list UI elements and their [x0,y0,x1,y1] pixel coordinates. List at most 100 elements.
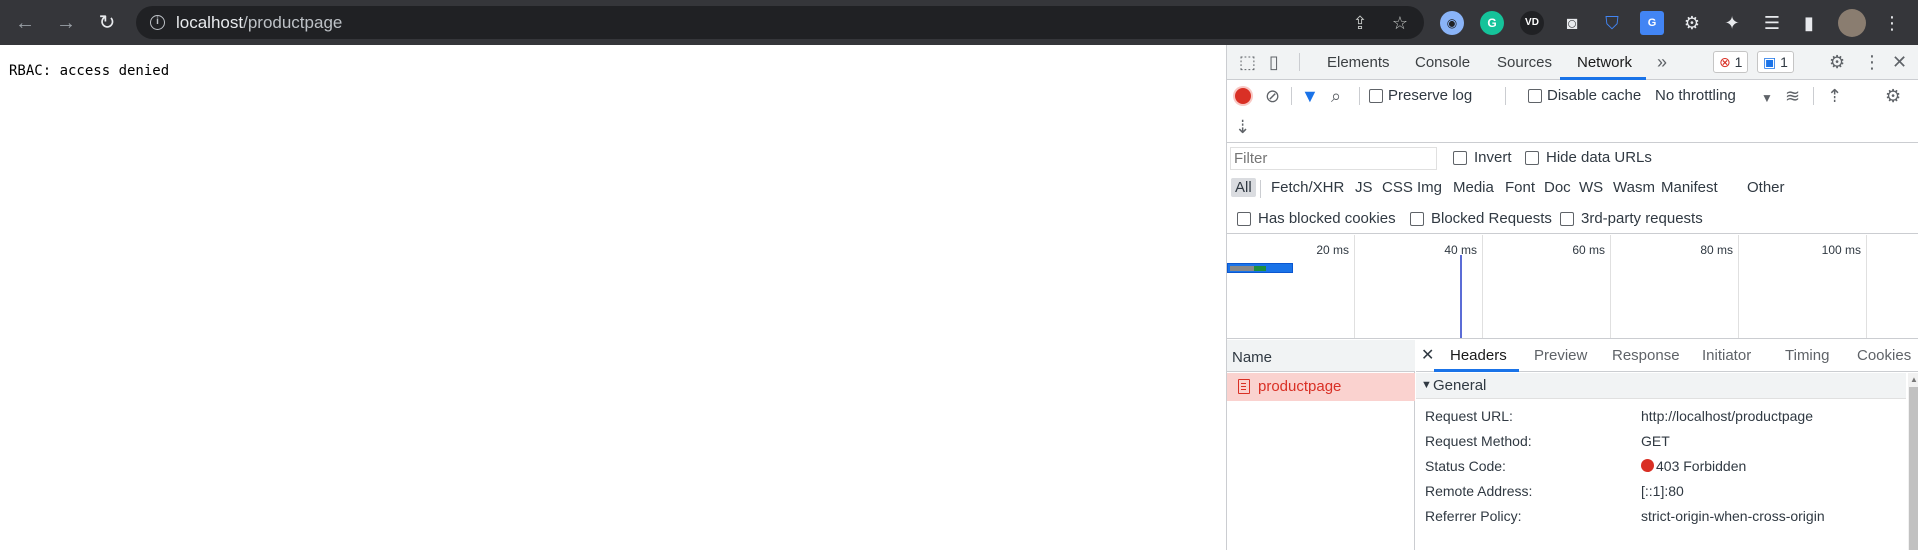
collapse-triangle-icon: ▼ [1421,379,1432,391]
hide-data-urls-label: Hide data URLs [1546,149,1652,166]
filter-other[interactable]: Other [1743,178,1789,197]
inspect-element-icon[interactable]: ⬚ [1239,52,1256,72]
filter-img[interactable]: Img [1413,178,1446,197]
filter-wasm[interactable]: Wasm [1609,178,1659,197]
network-toolbar: ⊘ ▼ ⌕ Preserve log Disable cache No thro… [1227,80,1918,112]
tab-cookies[interactable]: Cookies [1857,347,1911,364]
hide-data-urls-checkbox[interactable] [1525,151,1539,165]
avatar[interactable] [1838,9,1866,37]
import-har-icon[interactable]: ⇡ [1827,86,1842,106]
preserve-log-checkbox[interactable] [1369,89,1383,103]
timeline-gridline [1354,235,1355,338]
camera-icon[interactable]: ◙ [1560,11,1584,35]
name-column-header[interactable]: Name [1227,340,1415,372]
filter-all[interactable]: All [1231,178,1256,197]
header-value: GET [1641,433,1670,449]
shield-icon[interactable]: ⛉ [1600,11,1624,35]
filter-row: Invert Hide data URLs [1227,143,1918,173]
timeline-tick-label: 80 ms [1700,243,1733,257]
filter-manifest[interactable]: Manifest [1657,178,1722,197]
blocked-cookies-checkbox[interactable] [1237,212,1251,226]
extensions-icon[interactable]: ✦ [1720,11,1744,35]
address-bar[interactable]: i localhost/productpage ⇪ ☆ [136,6,1424,39]
header-key: Status Code: [1425,458,1506,474]
reading-list-icon[interactable]: ☰ [1760,11,1784,35]
timeline-gridline [1866,235,1867,338]
throttling-dropdown-icon[interactable]: ▼ [1761,88,1773,108]
more-tabs-icon[interactable]: » [1657,52,1667,72]
error-count: 1 [1734,54,1743,70]
filter-js[interactable]: JS [1351,178,1377,197]
filter-fetch-xhr[interactable]: Fetch/XHR [1267,178,1348,197]
request-name: productpage [1258,378,1342,395]
devtools-panel: ⬚ ▯ Elements Console Sources Network » ⊗… [1226,45,1918,550]
general-section-header[interactable]: ▼ General [1416,373,1906,399]
network-overview-timeline[interactable]: 20 ms 40 ms 60 ms 80 ms 100 ms [1227,235,1918,339]
invert-checkbox[interactable] [1453,151,1467,165]
record-icon[interactable] [1235,88,1251,104]
divider [1505,87,1506,105]
network-conditions-icon[interactable]: ≋ [1785,86,1800,106]
divider [1813,87,1814,105]
general-title: General [1433,377,1487,394]
translate-icon[interactable]: G [1640,11,1664,35]
third-party-checkbox[interactable] [1560,212,1574,226]
bookmark-star-icon[interactable]: ☆ [1388,11,1412,35]
share-icon[interactable]: ⇪ [1348,11,1372,35]
blocked-requests-checkbox[interactable] [1410,212,1424,226]
header-key: Request URL: [1425,408,1513,424]
divider [1299,53,1300,71]
request-row[interactable]: productpage [1227,373,1415,401]
network-settings-icon[interactable]: ⚙ [1885,86,1901,106]
tab-console[interactable]: Console [1415,54,1470,71]
message-badge[interactable]: ▣ 1 [1757,51,1794,73]
details-scrollbar[interactable]: ▲ [1908,373,1918,550]
info-icon[interactable]: i [150,15,165,30]
error-badge[interactable]: ⊗ 1 [1713,51,1749,73]
tab-headers[interactable]: Headers [1450,347,1507,364]
grammarly-icon[interactable]: G [1480,11,1504,35]
header-value: http://localhost/productpage [1641,408,1814,424]
filter-icon[interactable]: ▼ [1301,86,1319,106]
tab-initiator[interactable]: Initiator [1702,347,1751,364]
filter-media[interactable]: Media [1449,178,1498,197]
resource-type-filters: All Fetch/XHR JS CSS Img Media Font Doc … [1227,173,1918,203]
side-panel-icon[interactable]: ▮ [1797,11,1821,35]
scrollbar-thumb[interactable] [1909,387,1918,550]
disable-cache-checkbox[interactable] [1528,89,1542,103]
timeline-gridline [1610,235,1611,338]
clear-icon[interactable]: ⊘ [1265,86,1280,106]
filter-input[interactable] [1230,147,1437,170]
filter-doc[interactable]: Doc [1540,178,1575,197]
url-text[interactable]: localhost/productpage [176,13,342,33]
scroll-up-icon[interactable]: ▲ [1910,375,1918,384]
vd-extension-icon[interactable]: VD [1520,11,1544,35]
filter-font[interactable]: Font [1501,178,1539,197]
close-details-icon[interactable]: ✕ [1421,345,1434,365]
tab-preview[interactable]: Preview [1534,347,1587,364]
blocked-cookies-label: Has blocked cookies [1258,210,1396,227]
tab-sources[interactable]: Sources [1497,54,1552,71]
header-key: Remote Address: [1425,483,1533,499]
device-toolbar-icon[interactable]: ▯ [1269,52,1279,72]
devtools-more-icon[interactable]: ⋮ [1863,52,1881,72]
timeline-tick-label: 40 ms [1444,243,1477,257]
filter-ws[interactable]: WS [1575,178,1607,197]
close-devtools-icon[interactable]: ✕ [1892,52,1907,72]
search-icon[interactable]: ⌕ [1331,86,1341,106]
forward-icon[interactable]: → [53,10,79,36]
tab-timing[interactable]: Timing [1785,347,1829,364]
reload-icon[interactable]: ↻ [94,10,120,36]
extension-blue-icon[interactable]: ◉ [1440,11,1464,35]
tab-elements[interactable]: Elements [1327,54,1390,71]
tab-response[interactable]: Response [1612,347,1680,364]
tab-network[interactable]: Network [1577,54,1632,71]
timeline-request-bar [1227,263,1293,273]
filter-css[interactable]: CSS [1378,178,1417,197]
throttling-select[interactable]: No throttling [1655,87,1736,104]
export-har-icon[interactable]: ⇣ [1235,117,1250,137]
settings-gear-icon[interactable]: ⚙ [1829,52,1845,72]
back-icon[interactable]: ← [12,10,38,36]
more-menu-icon[interactable]: ⋮ [1880,11,1904,35]
puzzle-extension-icon[interactable]: ⚙ [1680,11,1704,35]
